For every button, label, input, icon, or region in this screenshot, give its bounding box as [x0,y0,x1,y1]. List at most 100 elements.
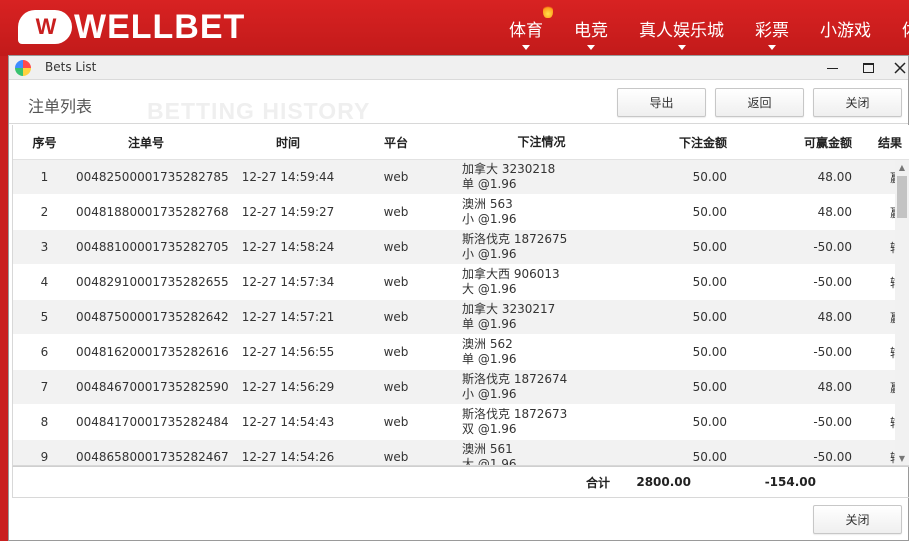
window-close-button[interactable] [882,56,909,80]
wellbet-logo[interactable]: W WELLBET [18,8,245,46]
scroll-up-icon[interactable]: ▲ [895,160,909,174]
totals-amount: 2800.00 [636,475,691,489]
cell-platform: web [383,415,409,429]
scroll-down-icon[interactable]: ▼ [895,451,909,465]
header-bet-info[interactable]: 下注情况 [432,135,621,150]
cell-time: 12-27 14:59:27 [241,205,335,219]
table-row[interactable]: 1 00482500001735282785 12-27 14:59:44 we… [13,160,897,195]
totals-win: -154.00 [764,475,816,489]
table-row[interactable]: 7 00484670001735282590 12-27 14:56:29 we… [13,370,897,405]
footer-close-button[interactable]: 关闭 [813,505,902,534]
window-titlebar[interactable]: Bets List [9,56,908,80]
cell-result: 输 [854,274,897,291]
table-row[interactable]: 2 00481880001735282768 12-27 14:59:27 we… [13,195,897,230]
cell-no: 8 [40,415,49,429]
nav-label: 电竞 [574,21,608,41]
cell-amount: 50.00 [692,310,727,324]
table-row[interactable]: 6 00481620001735282616 12-27 14:56:55 we… [13,335,897,370]
chevron-down-icon [677,45,686,50]
back-button[interactable]: 返回 [715,88,804,117]
maximize-button[interactable] [850,56,886,80]
chevron-down-icon [587,45,595,50]
header-win[interactable]: 可赢金额 [729,134,854,151]
export-button[interactable]: 导出 [617,88,706,117]
cell-amount: 50.00 [692,170,727,184]
cell-no: 9 [40,450,49,464]
header-time[interactable]: 时间 [216,134,360,151]
header-bet-id[interactable]: 注单号 [76,134,216,151]
cell-amount: 50.00 [692,240,727,254]
cell-platform: web [383,310,409,324]
cell-win: -50.00 [813,240,852,254]
scrollbar-thumb[interactable] [897,176,907,218]
site-header: W WELLBET 体育 电竞 真人娱乐城 彩票 小游戏 体 [0,0,909,56]
close-button[interactable]: 关闭 [813,88,902,117]
totals-label: 合计 [585,475,610,490]
bets-list-window: Bets List 注单列表 BETTING HISTORY 导出 返回 关闭 … [8,55,909,541]
header-no[interactable]: 序号 [13,134,76,151]
nav-item-esports[interactable]: 电竞 [574,0,608,56]
cell-bet-id: 00482910001735282655 [76,275,229,289]
cell-no: 6 [40,345,49,359]
bet-market: 澳洲 563 [462,197,513,211]
bet-market: 斯洛伐克 1872675 [462,232,568,246]
table-row[interactable]: 9 00486580001735282467 12-27 14:54:26 we… [13,440,897,465]
cell-platform: web [383,380,409,394]
watermark-text: BETTING HISTORY [147,98,371,124]
cell-bet-id: 00484170001735282484 [76,415,229,429]
bet-market: 澳洲 561 [462,442,513,456]
minimize-button[interactable] [814,56,850,80]
table-body[interactable]: 1 00482500001735282785 12-27 14:59:44 we… [13,160,897,465]
nav-item-lottery[interactable]: 彩票 [755,0,789,56]
bet-selection: 小 @1.96 [462,212,517,226]
nav-item-sports[interactable]: 体育 [509,0,553,56]
window-title: Bets List [45,60,97,74]
cell-win: 48.00 [817,380,852,394]
cell-amount: 50.00 [692,415,727,429]
bet-selection: 单 @1.96 [462,177,517,191]
cell-result: 输 [854,344,897,361]
nav-item-live-casino[interactable]: 真人娱乐城 [639,0,724,56]
table-row[interactable]: 3 00488100001735282705 12-27 14:58:24 we… [13,230,897,265]
cell-result: 输 [854,449,897,466]
cell-time: 12-27 14:54:26 [241,450,335,464]
bet-market: 加拿大 3230217 [462,302,556,316]
bet-selection: 小 @1.96 [462,387,517,401]
logo-mark: W [18,10,72,44]
close-icon [894,62,906,74]
cell-no: 1 [40,170,49,184]
cell-platform: web [383,275,409,289]
main-nav: 体育 电竞 真人娱乐城 彩票 小游戏 体 [509,0,909,56]
cell-bet-id: 00488100001735282705 [76,240,229,254]
cell-result: 赢 [854,379,897,396]
header-platform[interactable]: 平台 [360,134,432,151]
cell-platform: web [383,450,409,464]
page-title: 注单列表 [28,97,93,116]
cell-platform: web [383,170,409,184]
nav-item-mini-games[interactable]: 小游戏 [820,0,871,56]
cell-amount: 50.00 [692,380,727,394]
header-amount[interactable]: 下注金额 [621,134,729,151]
table-scrollbar[interactable]: ▲ ▼ [895,160,909,465]
cell-amount: 50.00 [692,205,727,219]
header-result[interactable]: 结果 [854,134,902,151]
maximize-icon [862,63,874,73]
cell-result: 赢 [854,169,897,186]
totals-row: 合计 2800.00 -154.00 [12,466,909,498]
cell-win: 48.00 [817,310,852,324]
cell-time: 12-27 14:57:21 [241,310,335,324]
bet-market: 斯洛伐克 1872674 [462,372,568,386]
table-row[interactable]: 5 00487500001735282642 12-27 14:57:21 we… [13,300,897,335]
cell-win: -50.00 [813,275,852,289]
cell-time: 12-27 14:59:44 [241,170,335,184]
cell-bet-info: 澳洲 561 大 @1.96 [432,442,621,465]
chevron-down-icon [522,45,530,50]
cell-win: -50.00 [813,450,852,464]
table-row[interactable]: 4 00482910001735282655 12-27 14:57:34 we… [13,265,897,300]
bet-market: 澳洲 562 [462,337,513,351]
cell-bet-info: 斯洛伐克 1872674 小 @1.96 [432,372,621,402]
cell-result: 赢 [854,204,897,221]
bet-selection: 小 @1.96 [462,247,517,261]
table-row[interactable]: 8 00484170001735282484 12-27 14:54:43 we… [13,405,897,440]
nav-item-more[interactable]: 体 [902,0,909,56]
